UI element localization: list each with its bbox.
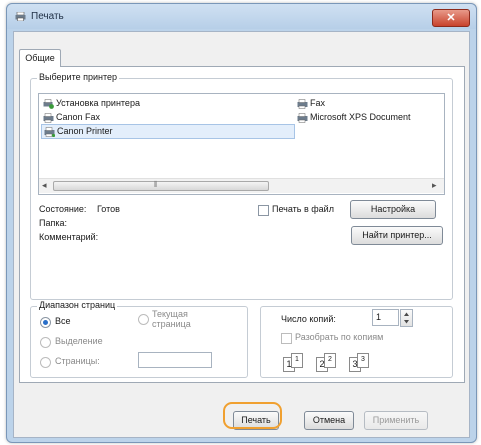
printer-item-label: Fax bbox=[310, 98, 326, 108]
range-selection-label: Выделение bbox=[55, 336, 103, 346]
title-bar[interactable]: Печать ✕ bbox=[7, 4, 476, 29]
printer-item-label: Canon Printer bbox=[57, 126, 113, 136]
page-number: 2 bbox=[328, 356, 332, 363]
range-selection-radio[interactable] bbox=[40, 337, 51, 348]
collate-illustration: 1 1 2 2 3 3 bbox=[283, 353, 403, 379]
copies-label: Число копий: bbox=[281, 314, 336, 324]
range-all-label: Все bbox=[55, 316, 71, 326]
dialog-client: Общие Выберите принтер Установка принтер… bbox=[13, 31, 470, 438]
settings-button[interactable]: Настройка bbox=[350, 200, 436, 219]
printer-item-label: Установка принтера bbox=[56, 98, 140, 108]
status-label: Состояние: bbox=[39, 204, 87, 214]
range-pages-radio[interactable] bbox=[40, 357, 51, 368]
range-current-label: Текущая bbox=[152, 309, 188, 319]
scrollbar-thumb[interactable]: ⦀ bbox=[53, 180, 269, 191]
folder-label: Папка: bbox=[39, 218, 67, 228]
find-printer-button[interactable]: Найти принтер... bbox=[351, 226, 443, 245]
printer-group: Выберите принтер Установка принтера Cano… bbox=[30, 72, 453, 300]
cancel-button[interactable]: Отмена bbox=[304, 411, 354, 430]
window-title: Печать bbox=[31, 11, 64, 22]
page-number: 3 bbox=[361, 356, 365, 363]
range-current-label-line2: страница bbox=[152, 319, 191, 329]
scroll-right-icon[interactable]: ▸ bbox=[432, 180, 437, 191]
printer-icon bbox=[44, 126, 55, 137]
collate-checkbox[interactable] bbox=[281, 333, 292, 344]
spin-down-icon[interactable] bbox=[401, 318, 412, 326]
apply-button: Применить bbox=[364, 411, 428, 430]
tab-page-general: Выберите принтер Установка принтера Cano… bbox=[19, 66, 465, 383]
page-range-group: Диапазон страниц Все Текущая страница Вы… bbox=[30, 300, 248, 378]
tab-general[interactable]: Общие bbox=[19, 49, 61, 67]
printer-item-label: Canon Fax bbox=[56, 112, 101, 122]
printer-icon bbox=[297, 112, 308, 123]
add-printer-icon bbox=[43, 98, 54, 109]
copies-spinner[interactable] bbox=[400, 309, 413, 327]
page-icon: 1 bbox=[291, 353, 303, 368]
printer-item-canon-printer[interactable]: Canon Printer bbox=[41, 124, 295, 139]
horizontal-scrollbar[interactable]: ◂ ⦀ ▸ bbox=[39, 178, 444, 193]
printer-item-add[interactable]: Установка принтера bbox=[43, 97, 140, 110]
collate-label: Разобрать по копиям bbox=[295, 332, 384, 342]
pages-input[interactable] bbox=[138, 352, 212, 368]
print-button-highlight bbox=[223, 402, 282, 429]
page-number: 1 bbox=[295, 356, 299, 363]
print-to-file-checkbox[interactable] bbox=[258, 205, 269, 216]
spin-up-icon[interactable] bbox=[401, 310, 412, 318]
close-icon: ✕ bbox=[446, 12, 456, 24]
print-dialog: Печать ✕ Общие Выберите принтер Установк… bbox=[6, 3, 477, 443]
comment-label: Комментарий: bbox=[39, 232, 99, 242]
range-all-radio[interactable] bbox=[40, 317, 51, 328]
status-value: Готов bbox=[97, 204, 120, 214]
printer-item-label: Microsoft XPS Document bbox=[310, 112, 411, 122]
printer-item-canon-fax[interactable]: Canon Fax bbox=[43, 111, 100, 124]
printer-list[interactable]: Установка принтера Canon Fax Canon Print… bbox=[38, 93, 445, 195]
copies-group: Число копий: 1 Разобрать по копиям 1 1 2… bbox=[260, 306, 453, 378]
print-to-file-label: Печать в файл bbox=[272, 204, 334, 214]
range-pages-label: Страницы: bbox=[55, 356, 100, 366]
printer-group-label: Выберите принтер bbox=[37, 72, 119, 82]
printer-item-xps[interactable]: Microsoft XPS Document bbox=[297, 111, 442, 124]
copies-input[interactable]: 1 bbox=[372, 309, 399, 326]
fax-printer-icon bbox=[43, 112, 54, 123]
printer-icon bbox=[15, 12, 26, 21]
page-icon: 2 bbox=[324, 353, 336, 368]
page-range-label: Диапазон страниц bbox=[37, 300, 118, 310]
page-icon: 3 bbox=[357, 353, 369, 368]
printer-item-fax[interactable]: Fax bbox=[297, 97, 325, 110]
scroll-left-icon[interactable]: ◂ bbox=[42, 180, 47, 191]
copies-value: 1 bbox=[376, 312, 382, 322]
fax-printer-icon bbox=[297, 98, 308, 109]
close-button[interactable]: ✕ bbox=[432, 9, 470, 27]
grip-icon: ⦀ bbox=[154, 180, 158, 189]
range-current-radio[interactable] bbox=[138, 314, 149, 325]
